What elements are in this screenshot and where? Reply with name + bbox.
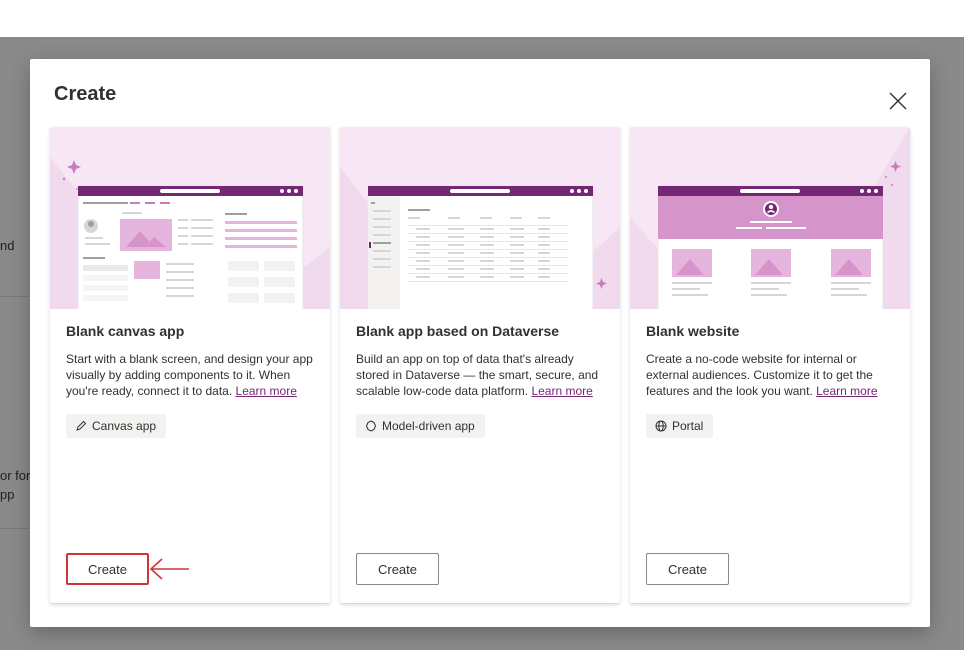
annotation-arrow-icon xyxy=(149,558,189,580)
create-canvas-app-button[interactable]: Create xyxy=(66,553,149,585)
card-description: Create a no-code website for internal or… xyxy=(646,351,896,399)
close-icon[interactable] xyxy=(886,89,910,113)
blank-website-card[interactable]: Blank website Create a no-code website f… xyxy=(630,127,910,603)
globe-icon xyxy=(654,419,668,433)
learn-more-link[interactable]: Learn more xyxy=(816,384,877,398)
card-title: Blank canvas app xyxy=(66,323,185,339)
background-text-fragment: nd xyxy=(0,238,15,253)
tag-label: Portal xyxy=(672,419,704,433)
blank-dataverse-app-card[interactable]: Blank app based on Dataverse Build an ap… xyxy=(340,127,620,603)
blank-canvas-app-card[interactable]: Blank canvas app Start with a blank scre… xyxy=(50,127,330,603)
card-title: Blank app based on Dataverse xyxy=(356,323,560,339)
canvas-app-tag: Canvas app xyxy=(66,414,167,438)
model-driven-icon xyxy=(364,419,378,433)
card-description: Build an app on top of data that's alrea… xyxy=(356,351,606,399)
canvas-app-illustration xyxy=(50,127,330,309)
create-dialog: Create Blank canvas app Start with a bla… xyxy=(30,59,930,627)
model-driven-app-tag: Model-driven app xyxy=(356,414,485,438)
page-top-bar xyxy=(0,0,964,37)
website-illustration xyxy=(630,127,910,309)
create-dataverse-app-button[interactable]: Create xyxy=(356,553,439,585)
card-description: Start with a blank screen, and design yo… xyxy=(66,351,316,399)
background-text-fragment: pp xyxy=(0,487,15,502)
card-title: Blank website xyxy=(646,323,740,339)
learn-more-link[interactable]: Learn more xyxy=(531,384,592,398)
background-divider xyxy=(0,528,30,529)
pencil-icon xyxy=(74,419,88,433)
portal-tag: Portal xyxy=(646,414,714,438)
dialog-title: Create xyxy=(54,83,117,105)
learn-more-link[interactable]: Learn more xyxy=(236,384,297,398)
tag-label: Model-driven app xyxy=(382,419,475,433)
background-divider xyxy=(0,296,30,297)
create-website-button[interactable]: Create xyxy=(646,553,729,585)
dataverse-app-illustration xyxy=(340,127,620,309)
tag-label: Canvas app xyxy=(92,419,157,433)
